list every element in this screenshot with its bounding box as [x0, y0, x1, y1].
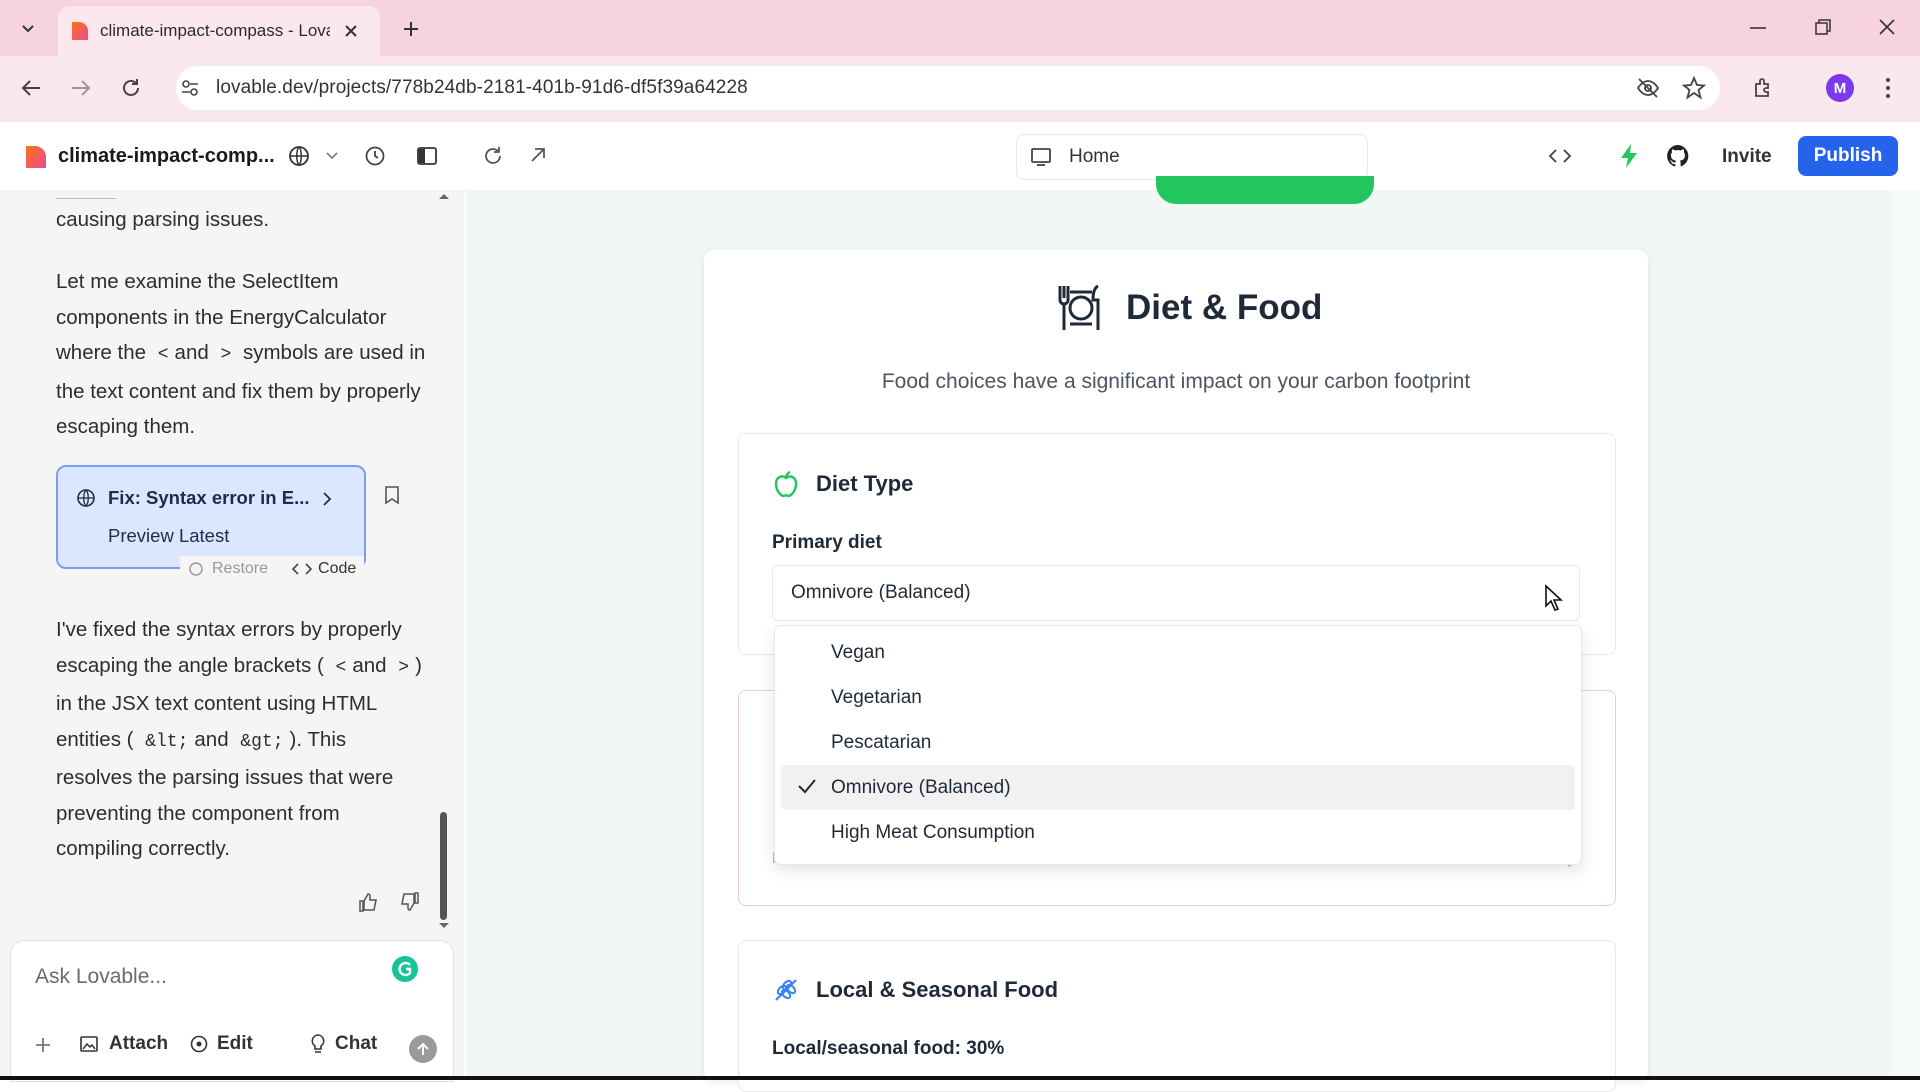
option-vegan[interactable]: Vegan	[781, 630, 1575, 675]
card-title: Diet & Food	[1126, 288, 1323, 327]
scroll-down-icon[interactable]	[438, 922, 450, 930]
new-tab-icon[interactable]	[402, 20, 420, 38]
globe-icon[interactable]	[288, 145, 310, 167]
wheat-icon	[775, 979, 797, 1001]
code-view-icon[interactable]	[1548, 147, 1572, 165]
card-subtitle: Food choices have a significant impact o…	[881, 370, 1471, 393]
option-pescatarian[interactable]: Pescatarian	[781, 720, 1575, 765]
open-external-icon[interactable]	[528, 145, 548, 165]
version-card-subtitle: Preview Latest	[108, 525, 230, 546]
address-bar[interactable]: lovable.dev/projects/778b24db-2181-401b-…	[176, 66, 1720, 110]
profile-avatar[interactable]: M	[1826, 74, 1854, 102]
code-button[interactable]: Code	[318, 560, 356, 578]
mouse-cursor-icon	[1545, 584, 1564, 611]
primary-diet-value: Omnivore (Balanced)	[791, 582, 971, 603]
restore-button[interactable]: Restore	[212, 560, 268, 578]
github-icon[interactable]	[1666, 144, 1690, 168]
grammarly-icon[interactable]	[391, 955, 419, 983]
preview-scroll-gutter	[1890, 190, 1920, 1080]
chat-input-box[interactable]: Ask Lovable... Attach Edit Chat	[10, 940, 454, 1082]
route-selector[interactable]: Home	[1016, 134, 1368, 180]
primary-diet-select[interactable]: Omnivore (Balanced)	[772, 565, 1580, 621]
chat-message-fragment: causing parsing issues.	[56, 208, 270, 231]
history-icon[interactable]	[364, 145, 386, 167]
extensions-icon[interactable]	[1752, 76, 1776, 100]
tab-search-button[interactable]	[10, 10, 46, 46]
minimize-icon[interactable]	[1750, 26, 1766, 30]
url-text[interactable]: lovable.dev/projects/778b24db-2181-401b-…	[216, 77, 748, 99]
tab-title: climate-impact-compass - Lova	[100, 21, 330, 40]
local-seasonal-heading: Local & Seasonal Food	[772, 976, 1058, 1004]
browser-menu-icon[interactable]	[1884, 77, 1892, 99]
close-window-icon[interactable]	[1878, 18, 1896, 36]
version-card-title: Fix: Syntax error in E...	[108, 487, 310, 508]
arrow-up-icon	[417, 1042, 429, 1055]
primary-diet-label: Primary diet	[772, 532, 882, 553]
local-seasonal-title: Local & Seasonal Food	[816, 977, 1059, 1002]
version-actions: Restore Code	[180, 556, 365, 582]
lightbulb-icon	[311, 1034, 325, 1053]
eye-off-icon[interactable]	[1636, 76, 1660, 100]
chat-scrollbar[interactable]	[440, 812, 447, 920]
edit-button[interactable]: Edit	[189, 1033, 253, 1055]
apple-icon	[774, 470, 798, 498]
code-icon	[292, 563, 313, 575]
chat-message-2: I've fixed the syntax errors by properly…	[56, 618, 422, 860]
site-settings-icon[interactable]	[180, 78, 200, 98]
lovable-favicon-icon	[72, 22, 88, 40]
chevron-right-icon	[323, 492, 332, 506]
publish-button[interactable]: Publish	[1798, 136, 1898, 176]
green-nav-button[interactable]	[1156, 176, 1374, 204]
sidebar-toggle-icon[interactable]	[416, 145, 438, 167]
monitor-icon	[1031, 148, 1051, 166]
scrolled-text-fragment	[56, 184, 116, 199]
restore-icon	[189, 562, 203, 576]
browser-tab[interactable]: climate-impact-compass - Lova	[58, 6, 380, 56]
back-arrow-icon[interactable]	[20, 78, 42, 98]
chat-mode-button[interactable]: Chat	[309, 1033, 377, 1055]
forward-arrow-icon[interactable]	[70, 78, 92, 98]
version-card[interactable]: Fix: Syntax error in E... Preview Latest	[56, 465, 366, 569]
local-seasonal-label: Local/seasonal food: 30%	[772, 1038, 1005, 1059]
bookmark-star-icon[interactable]	[1682, 76, 1706, 100]
reload-icon[interactable]	[120, 77, 142, 99]
check-icon	[798, 779, 816, 794]
lovable-logo-icon[interactable]	[22, 144, 48, 170]
send-button[interactable]	[409, 1035, 437, 1063]
bookmark-icon[interactable]	[384, 486, 400, 504]
image-attach-icon	[80, 1036, 98, 1052]
option-omnivore[interactable]: Omnivore (Balanced)	[781, 765, 1575, 810]
plus-icon[interactable]	[35, 1037, 51, 1053]
card-heading: Diet & Food	[1056, 282, 1322, 334]
thumbs-up-icon[interactable]	[358, 892, 380, 912]
chevron-down-icon[interactable]	[326, 152, 338, 160]
utensils-plate-icon	[1058, 284, 1100, 330]
refresh-preview-icon[interactable]	[482, 145, 504, 167]
local-seasonal-section	[738, 940, 1616, 1092]
option-high-meat[interactable]: High Meat Consumption	[781, 810, 1575, 855]
scroll-up-icon[interactable]	[438, 192, 450, 200]
globe-icon	[77, 489, 95, 507]
bottom-edge	[0, 1076, 1920, 1080]
tab-close-icon[interactable]	[344, 24, 358, 38]
lightning-icon[interactable]	[1618, 143, 1640, 169]
option-vegetarian[interactable]: Vegetarian	[781, 675, 1575, 720]
chat-message-1: Let me examine the SelectItem components…	[56, 270, 426, 438]
route-label: Home	[1069, 146, 1120, 167]
invite-button[interactable]: Invite	[1722, 146, 1772, 168]
chevron-down-icon	[22, 25, 34, 33]
diet-options-dropdown: Vegan Vegetarian Pescatarian Omnivore (B…	[774, 625, 1582, 865]
chat-input[interactable]: Ask Lovable...	[35, 965, 167, 989]
project-name[interactable]: climate-impact-comp...	[58, 145, 275, 168]
thumbs-down-icon[interactable]	[398, 892, 420, 912]
diet-type-heading: Diet Type	[772, 470, 913, 498]
diet-type-title: Diet Type	[816, 471, 914, 496]
attach-button[interactable]: Attach	[79, 1033, 168, 1055]
edit-target-icon	[190, 1035, 208, 1053]
restore-window-icon[interactable]	[1814, 18, 1832, 36]
